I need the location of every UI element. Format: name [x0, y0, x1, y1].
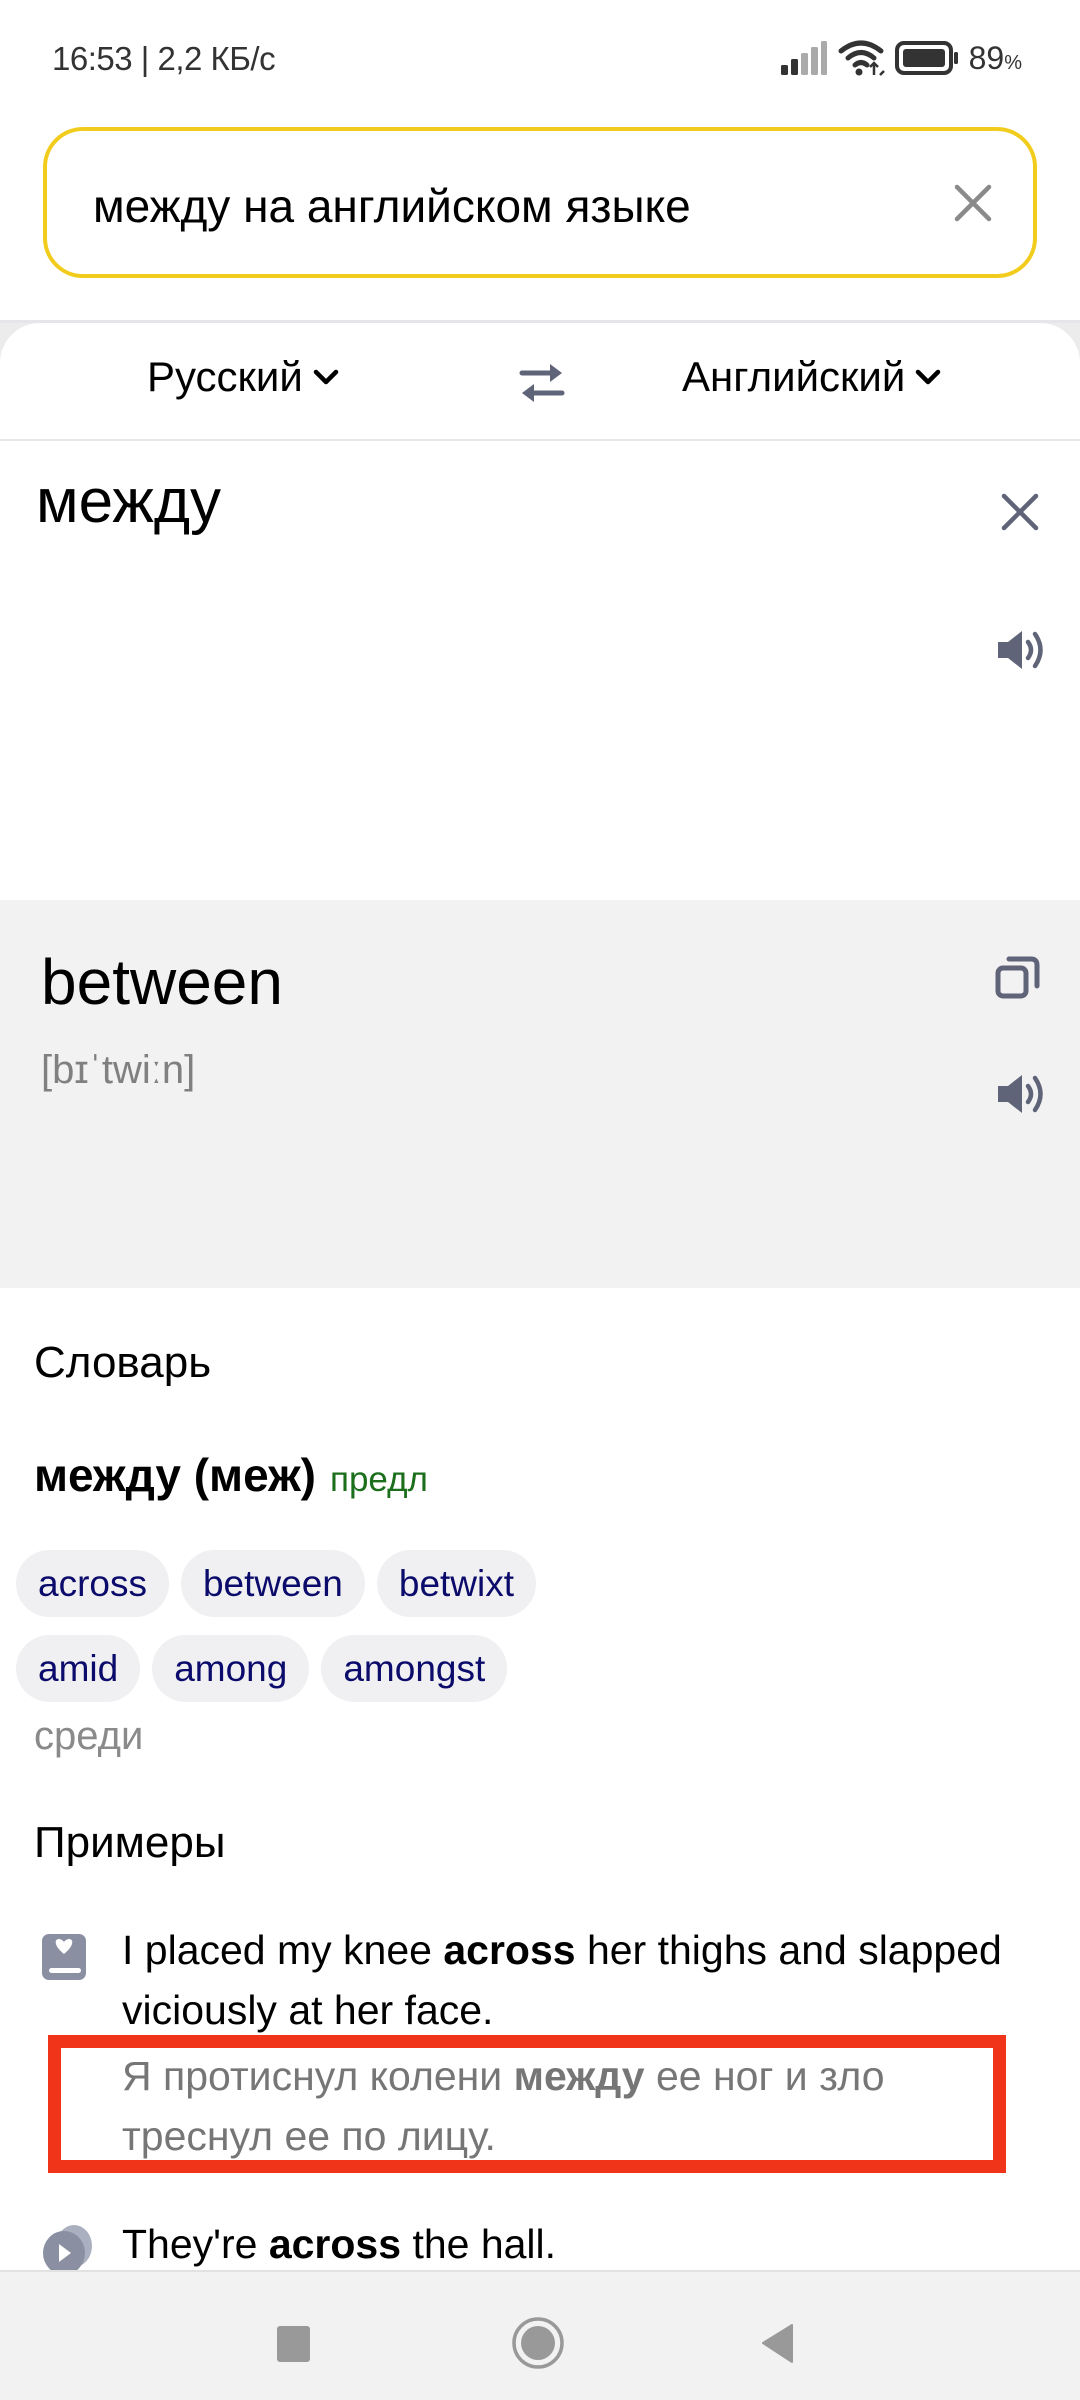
- chevron-down-icon: [916, 369, 941, 385]
- translation-chip[interactable]: amid: [16, 1635, 141, 1702]
- search-input[interactable]: между на английском языке: [43, 127, 1037, 278]
- book-heart-icon: [40, 1932, 90, 1982]
- translation-chip[interactable]: across: [16, 1550, 169, 1617]
- translation-pane: between [bɪˈtwiːn]: [0, 900, 1080, 1288]
- copy-translation-button[interactable]: [995, 954, 1041, 1000]
- search-query[interactable]: между на английском языке: [93, 179, 691, 233]
- close-icon: [1001, 493, 1039, 531]
- chevron-down-icon: [313, 369, 339, 385]
- target-language-label: Английский: [682, 353, 906, 400]
- speaker-icon: [998, 631, 1043, 669]
- back-triangle-icon: [762, 2324, 793, 2363]
- swap-arrows-icon: [519, 364, 565, 402]
- translation-chip[interactable]: among: [152, 1635, 310, 1702]
- example-translation-text: Я протиснул колени между ее ног и зло тр…: [122, 2053, 885, 2159]
- copy-icon: [995, 956, 1040, 999]
- translation-chips-row: amid among amongst: [16, 1635, 1056, 1702]
- transcription: [bɪˈtwiːn]: [41, 1048, 196, 1092]
- entry-word: между (меж): [34, 1449, 316, 1501]
- source-speak-button[interactable]: [996, 628, 1046, 672]
- back-button[interactable]: [748, 2312, 808, 2372]
- part-of-speech: предл: [330, 1460, 428, 1499]
- video-play-icon: [40, 2222, 92, 2275]
- status-icons: 89%: [779, 38, 1022, 78]
- source-text-input[interactable]: между: [36, 466, 221, 537]
- translation-chip[interactable]: amongst: [321, 1635, 508, 1702]
- entry-synonym: среди: [34, 1714, 144, 1758]
- battery-icon: [894, 41, 959, 75]
- home-circle-icon: [512, 2317, 564, 2369]
- battery-percent: 89%: [968, 39, 1022, 76]
- examples-heading: Примеры: [34, 1818, 226, 1867]
- system-nav-bar: [0, 2270, 1080, 2400]
- wifi-icon: [837, 39, 885, 77]
- example-source-text: They're across the hall.: [122, 2221, 557, 2267]
- search-clear-button[interactable]: [951, 181, 995, 225]
- home-button[interactable]: [508, 2312, 568, 2372]
- signal-icon: [779, 41, 827, 75]
- speaker-icon: [998, 1075, 1043, 1113]
- recent-apps-button[interactable]: [263, 2312, 323, 2372]
- dictionary-heading: Словарь: [34, 1338, 212, 1387]
- target-language-dropdown[interactable]: Английский: [682, 353, 941, 401]
- source-language-dropdown[interactable]: Русский: [147, 353, 339, 401]
- translation-chip[interactable]: between: [180, 1550, 365, 1617]
- clear-source-button[interactable]: [998, 490, 1042, 534]
- square-icon: [277, 2326, 310, 2362]
- swap-languages-button[interactable]: [518, 359, 566, 407]
- status-time-speed: 16:53 | 2,2 КБ/с: [52, 40, 276, 77]
- status-bar: 16:53 | 2,2 КБ/с 89%: [0, 0, 1080, 110]
- close-icon: [954, 184, 992, 222]
- translation-text: between: [41, 946, 283, 1018]
- language-selector-row: Русский Английский: [0, 323, 1080, 441]
- source-language-label: Русский: [147, 353, 303, 400]
- translation-chip[interactable]: betwixt: [376, 1550, 537, 1617]
- dictionary-entry: между (меж) предл: [34, 1448, 428, 1502]
- translation-chips-row: across between betwixt: [16, 1550, 1056, 1617]
- translation-speak-button[interactable]: [996, 1072, 1046, 1116]
- example-source-text: I placed my knee across her thighs and s…: [122, 1927, 1002, 2033]
